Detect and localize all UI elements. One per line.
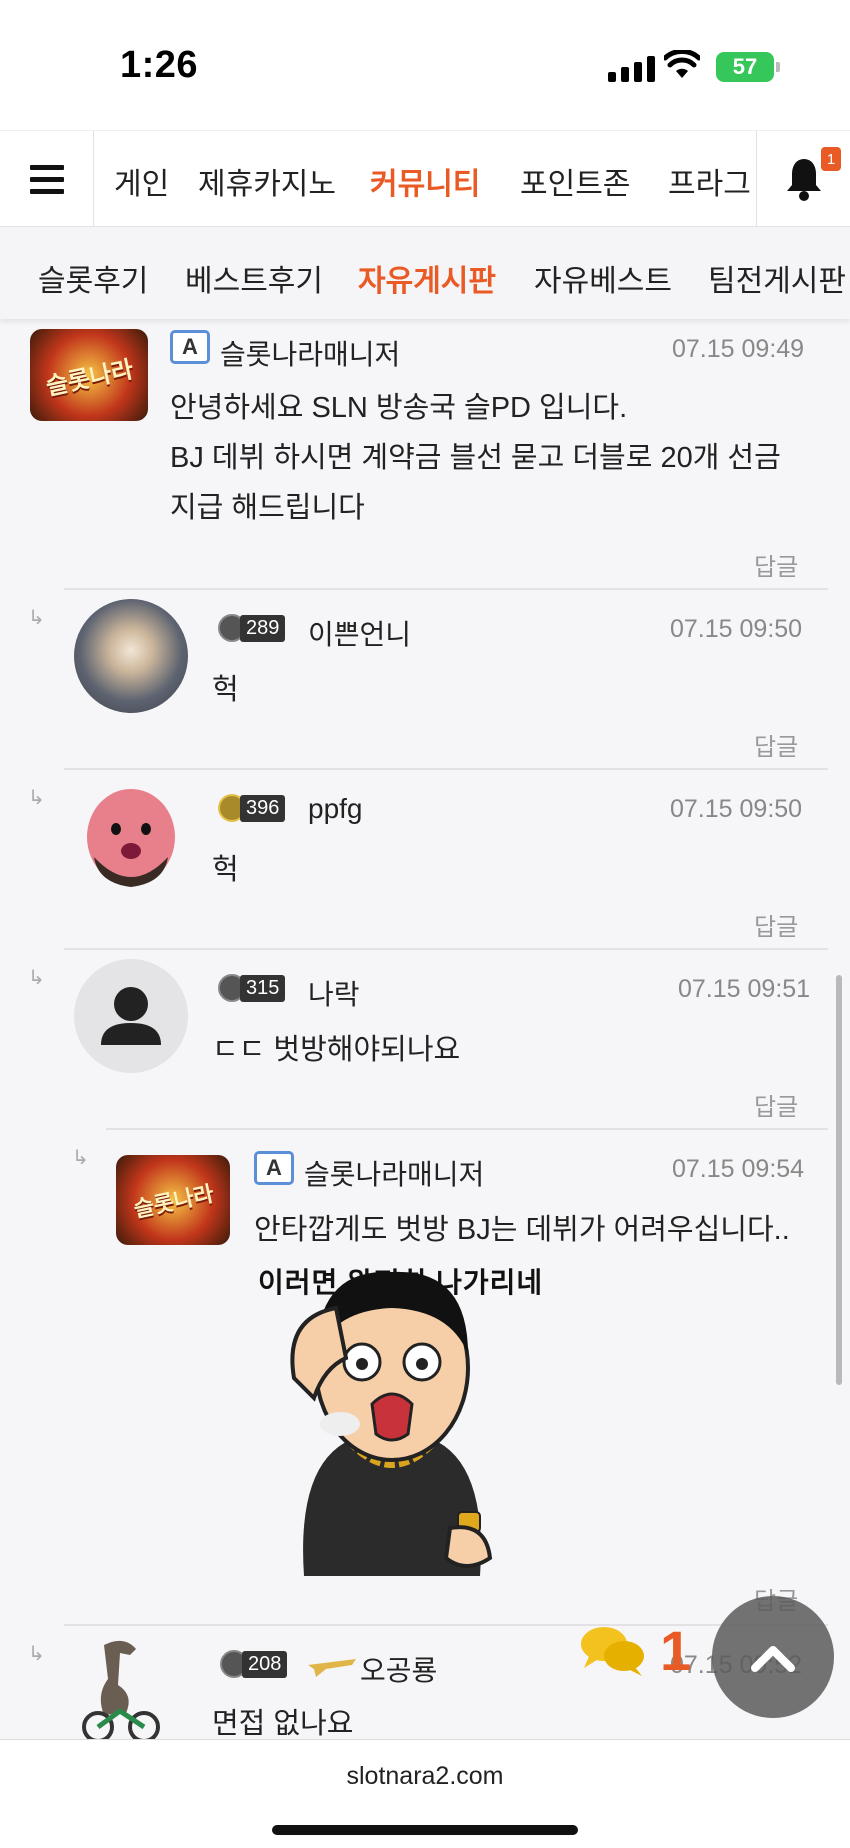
level-number: 396 (240, 794, 286, 822)
main-nav-scroll: 게인 제휴카지노 커뮤니티 포인트존 프라그 (94, 131, 756, 227)
user-placeholder-icon (101, 987, 161, 1045)
nav-item-community[interactable]: 커뮤니티 (370, 159, 480, 203)
avatar-logo-text: 슬롯나라 (131, 1180, 216, 1223)
divider (64, 1624, 828, 1626)
comment-text: 면접 없나요 (212, 1708, 354, 1739)
comment-time: 07.15 09:51 (678, 975, 811, 1003)
hamburger-menu-icon[interactable] (0, 131, 94, 227)
comment-time: 07.15 09:54 (672, 1155, 805, 1183)
cellular-signal-icon (608, 56, 655, 82)
admin-badge-icon: A (170, 330, 210, 364)
comment-nickname[interactable]: 오공룡 (360, 1649, 437, 1689)
comment-text-line: 지급 해드립니다 (170, 492, 365, 524)
reply-arrow-icon: ↳ (72, 1147, 89, 1169)
sub-item-best-review[interactable]: 베스트후기 (185, 256, 323, 300)
nav-item-game[interactable]: 게인 (114, 159, 169, 203)
comment-text: 헉 (212, 854, 239, 886)
sub-item-slot-review[interactable]: 슬롯후기 (38, 256, 148, 300)
level-badge: 289 (218, 613, 286, 643)
comment-time: 07.15 09:50 (670, 795, 803, 823)
comment-nickname[interactable]: 이쁜언니 (308, 613, 411, 653)
battery-icon: 57 (716, 52, 780, 82)
comment-text-line: 안녕하세요 SLN 방송국 슬PD 입니다. (170, 392, 628, 424)
status-bar: 1:26 57 (0, 0, 850, 130)
avatar[interactable]: 슬롯나라 (30, 329, 148, 421)
divider (64, 768, 828, 770)
dinosaur-bike-avatar-icon (82, 1640, 160, 1739)
comment-nickname[interactable]: ppfg (308, 793, 363, 825)
pink-face-avatar-icon (87, 789, 175, 887)
comment-time: 07.15 09:49 (672, 335, 805, 363)
reply-button[interactable]: 답글 (754, 907, 798, 942)
chat-float[interactable]: 1 (580, 1618, 691, 1683)
plane-icon (308, 1659, 356, 1677)
browser-footer: slotnara2.com (0, 1739, 850, 1848)
comment-text: 헉 (212, 674, 239, 706)
sub-item-free-board[interactable]: 자유게시판 (358, 256, 496, 300)
comment-nickname[interactable]: 슬롯나라매니저 (304, 1153, 484, 1193)
reply-button[interactable]: 답글 (754, 547, 798, 582)
avatar[interactable] (74, 959, 188, 1073)
reply-arrow-icon: ↳ (28, 607, 45, 629)
comment-text-line: BJ 데뷔 하시면 계약금 블선 묻고 더블로 20개 선금 (170, 442, 781, 474)
sticker-image (290, 1271, 493, 1576)
level-badge: 315 (218, 973, 286, 1003)
notification-badge: 1 (821, 147, 841, 171)
reply-arrow-icon: ↳ (28, 1643, 45, 1665)
bell-icon (787, 159, 821, 201)
admin-badge-icon: A (254, 1151, 294, 1185)
comment-nickname[interactable]: 슬롯나라매니저 (220, 333, 400, 373)
chat-bubble-icon (581, 1626, 644, 1676)
url-bar[interactable]: slotnara2.com (0, 1762, 850, 1791)
main-nav: 게인 제휴카지노 커뮤니티 포인트존 프라그 1 (0, 130, 850, 227)
level-number: 289 (240, 614, 286, 642)
scrollbar[interactable] (836, 975, 842, 1385)
level-number: 315 (240, 974, 286, 1002)
home-indicator[interactable] (272, 1825, 578, 1835)
nav-item-point-zone[interactable]: 포인트존 (520, 159, 630, 203)
notification-button[interactable]: 1 (756, 131, 850, 227)
reply-button[interactable]: 답글 (754, 727, 798, 762)
divider (64, 948, 828, 950)
divider (64, 588, 828, 590)
comment-text: 안타깝게도 벗방 BJ는 데뷔가 어려우십니다.. (254, 1214, 790, 1246)
status-time: 1:26 (120, 44, 199, 86)
chat-count: 1 (660, 1619, 692, 1682)
level-number: 208 (242, 1650, 288, 1678)
level-badge: 208 (220, 1649, 288, 1679)
avatar-logo-text: 슬롯나라 (43, 355, 136, 401)
sub-item-team-board[interactable]: 팀전게시판 (708, 256, 846, 300)
sub-nav: 슬롯후기 베스트후기 자유게시판 자유베스트 팀전게시판 (0, 227, 850, 319)
chevron-up-icon (751, 1646, 795, 1672)
avatar[interactable] (74, 599, 188, 713)
nav-item-pragmatic[interactable]: 프라그 (668, 159, 751, 203)
divider (106, 1128, 828, 1130)
nav-item-partner-casino[interactable]: 제휴카지노 (198, 159, 336, 203)
avatar[interactable]: 슬롯나라 (116, 1155, 230, 1245)
wifi-icon (664, 50, 700, 78)
level-badge: 396 (218, 793, 286, 823)
reply-arrow-icon: ↳ (28, 967, 45, 989)
sub-item-free-best[interactable]: 자유베스트 (534, 256, 672, 300)
comment-text: ㄷㄷ 벗방해야되나요 (212, 1034, 461, 1066)
comment-nickname[interactable]: 나락 (308, 973, 360, 1013)
scroll-to-top-button[interactable] (712, 1596, 834, 1718)
avatar[interactable] (74, 779, 188, 893)
reply-arrow-icon: ↳ (28, 787, 45, 809)
comment-time: 07.15 09:50 (670, 615, 803, 643)
battery-level: 57 (732, 54, 758, 79)
avatar[interactable] (74, 1635, 164, 1739)
reply-button[interactable]: 답글 (754, 1087, 798, 1122)
